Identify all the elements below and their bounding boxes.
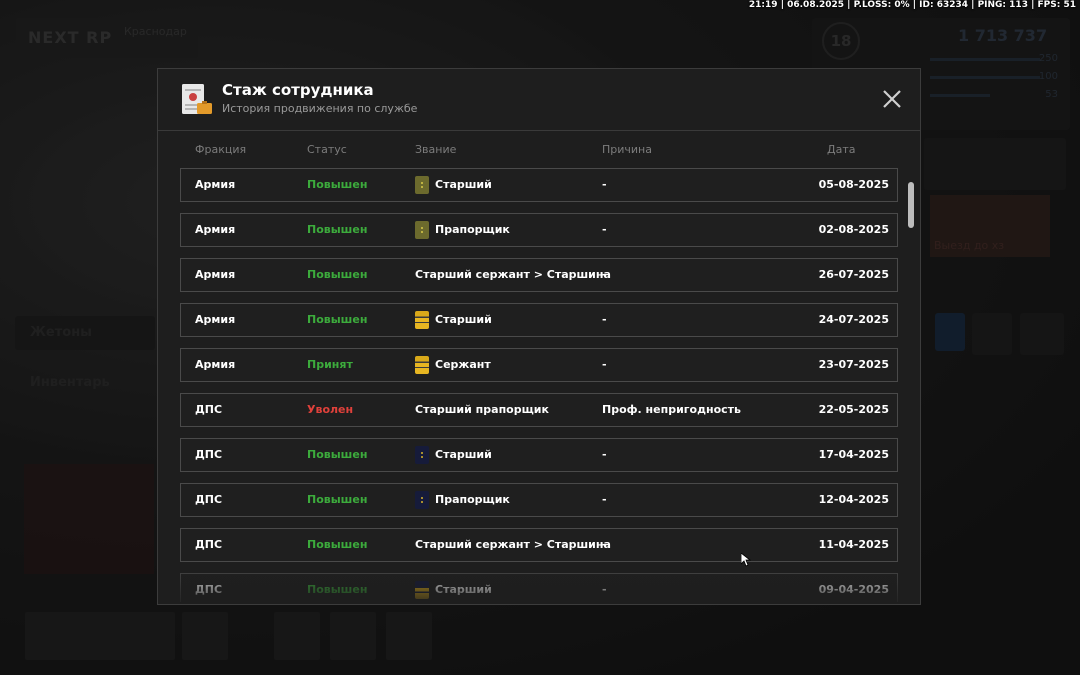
column-header-rank: Звание (415, 143, 457, 156)
row-status: Уволен (307, 403, 354, 416)
row-reason: - (602, 583, 607, 596)
table-row[interactable]: ДПС Повышен Старший - 09-04-2025 (180, 573, 898, 602)
row-reason: - (602, 358, 607, 371)
table-row[interactable]: Армия Повышен Старший сержант > Старшина - 2… (180, 258, 898, 292)
row-status: Повышен (307, 268, 368, 281)
row-reason: - (602, 493, 607, 506)
modal-title: Стаж сотрудника (222, 81, 374, 99)
table-row[interactable]: ДПС Повышен Старший сержант > Старшина - 11-… (180, 528, 898, 562)
row-reason: - (602, 538, 607, 551)
row-rank: Старший (415, 304, 492, 336)
modal-header: Стаж сотрудника История продвижения по с… (158, 69, 920, 131)
row-faction: ДПС (195, 493, 223, 506)
row-date: 23-07-2025 (818, 358, 889, 371)
status-bar: 21:19 | 06.08.2025 | P.LOSS: 0% | ID: 63… (748, 0, 1076, 10)
column-header-status: Статус (307, 143, 347, 156)
row-rank-label: Старший (435, 448, 492, 461)
row-reason: - (602, 313, 607, 326)
row-faction: ДПС (195, 538, 223, 551)
row-reason: - (602, 448, 607, 461)
rank-insignia-icon (415, 311, 429, 329)
row-date: 02-08-2025 (818, 223, 889, 236)
row-faction: ДПС (195, 583, 223, 596)
modal-subtitle: История продвижения по службе (222, 102, 418, 115)
rank-insignia-icon (415, 446, 429, 464)
row-rank-label: Старший прапорщик (415, 403, 549, 416)
rank-insignia-icon (415, 491, 429, 509)
table-header: Фракция Статус Звание Причина Дата (158, 130, 920, 168)
table-row[interactable]: Армия Принят Сержант - 23-07-2025 (180, 348, 898, 382)
row-date: 24-07-2025 (818, 313, 889, 326)
row-rank-label: Старший (435, 583, 492, 596)
row-faction: Армия (195, 268, 236, 281)
column-header-reason: Причина (602, 143, 652, 156)
scrollbar-thumb[interactable] (908, 182, 914, 228)
row-date: 22-05-2025 (818, 403, 889, 416)
row-status: Принят (307, 358, 353, 371)
rank-insignia-icon (415, 581, 429, 599)
row-status: Повышен (307, 448, 368, 461)
table-row[interactable]: Армия Повышен Старший - 05-08-2025 (180, 168, 898, 202)
column-header-faction: Фракция (195, 143, 247, 156)
row-faction: Армия (195, 223, 236, 236)
history-list[interactable]: Армия Повышен Старший - 05-08-2025 Армия Повыш… (180, 168, 900, 602)
row-status: Повышен (307, 583, 368, 596)
row-date: 05-08-2025 (818, 178, 889, 191)
row-reason: Проф. непригодность (602, 403, 741, 416)
row-status: Повышен (307, 223, 368, 236)
row-date: 26-07-2025 (818, 268, 889, 281)
row-rank-label: Прапорщик (435, 493, 510, 506)
row-faction: Армия (195, 178, 236, 191)
row-rank: Старший сержант > Старшина (415, 529, 611, 561)
table-row[interactable]: ДПС Повышен Старший - 17-04-2025 (180, 438, 898, 472)
row-date: 17-04-2025 (818, 448, 889, 461)
row-rank-label: Старший (435, 178, 492, 191)
row-rank: Прапорщик (415, 214, 510, 246)
row-faction: ДПС (195, 403, 223, 416)
row-rank: Старший сержант > Старшина (415, 259, 611, 291)
row-faction: Армия (195, 313, 236, 326)
table-row[interactable]: ДПС Повышен Прапорщик - 12-04-2025 (180, 483, 898, 517)
column-header-date: Дата (827, 143, 856, 156)
row-reason: - (602, 178, 607, 191)
table-row[interactable]: Армия Повышен Старший - 24-07-2025 (180, 303, 898, 337)
row-faction: ДПС (195, 448, 223, 461)
row-rank-label: Сержант (435, 358, 491, 371)
row-date: 11-04-2025 (818, 538, 889, 551)
row-rank: Старший (415, 169, 492, 201)
row-status: Повышен (307, 493, 368, 506)
rank-insignia-icon (415, 176, 429, 194)
row-rank: Старший прапорщик (415, 394, 549, 426)
table-row[interactable]: Армия Повышен Прапорщик - 02-08-2025 (180, 213, 898, 247)
mouse-cursor-icon (741, 553, 751, 567)
service-history-modal: Стаж сотрудника История продвижения по с… (157, 68, 921, 605)
row-status: Повышен (307, 178, 368, 191)
row-reason: - (602, 268, 607, 281)
rank-insignia-icon (415, 221, 429, 239)
row-status: Повышен (307, 538, 368, 551)
row-status: Повышен (307, 313, 368, 326)
close-icon[interactable] (880, 87, 904, 111)
row-rank: Старший (415, 439, 492, 471)
rank-insignia-icon (415, 356, 429, 374)
row-rank: Старший (415, 574, 492, 602)
row-rank-label: Старший сержант > Старшина (415, 538, 611, 551)
row-rank: Прапорщик (415, 484, 510, 516)
row-rank: Сержант (415, 349, 491, 381)
row-date: 12-04-2025 (818, 493, 889, 506)
row-date: 09-04-2025 (818, 583, 889, 596)
row-rank-label: Старший сержант > Старшина (415, 268, 611, 281)
row-reason: - (602, 223, 607, 236)
row-rank-label: Прапорщик (435, 223, 510, 236)
table-row[interactable]: ДПС Уволен Старший прапорщик Проф. непригод… (180, 393, 898, 427)
row-faction: Армия (195, 358, 236, 371)
document-badge-icon (182, 84, 212, 114)
row-rank-label: Старший (435, 313, 492, 326)
